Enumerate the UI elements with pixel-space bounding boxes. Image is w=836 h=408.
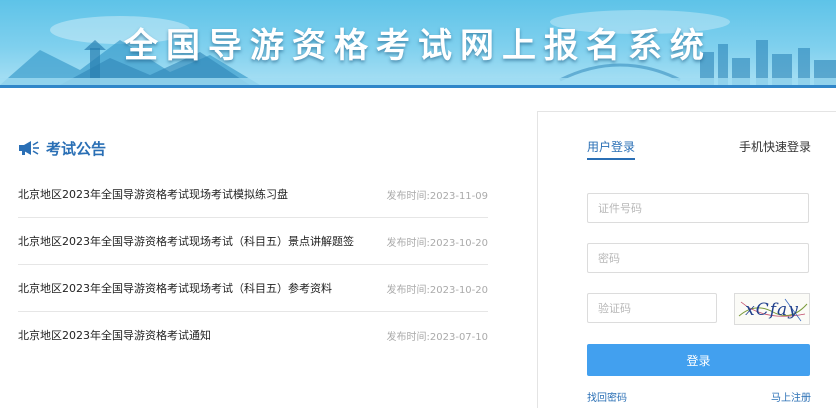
header-banner: 全国导游资格考试网上报名系统 [0,0,836,85]
register-link[interactable]: 马上注册 [771,389,811,404]
notice-date: 发布时间:2023-07-10 [386,331,488,343]
tab-phone-login[interactable]: 手机快速登录 [739,138,811,155]
notice-link[interactable]: 北京地区2023年全国导游资格考试现场考试（科目五）参考资料 [18,280,356,296]
login-panel: 用户登录 手机快速登录 xCfay 登录 找回密码 马上注册 [537,111,836,408]
tab-user-login[interactable]: 用户登录 [587,138,636,160]
site-title: 全国导游资格考试网上报名系统 [124,26,712,66]
id-number-input[interactable] [587,193,809,223]
login-tabs: 用户登录 手机快速登录 [587,138,811,162]
notices-header: 考试公告 [18,135,488,161]
notice-date: 发布时间:2023-10-20 [386,237,488,249]
captcha-image[interactable]: xCfay [734,293,810,325]
notice-link[interactable]: 北京地区2023年全国导游资格考试现场考试（科目五）景点讲解题签 [18,233,356,249]
captcha-input[interactable] [587,293,717,323]
banner-divider [0,85,836,88]
captcha-code: xCfay [745,300,799,320]
notice-date: 发布时间:2023-10-20 [386,284,488,296]
notice-item[interactable]: 北京地区2023年全国导游资格考试通知 发布时间:2023-07-10 [18,312,488,358]
notice-item[interactable]: 北京地区2023年全国导游资格考试现场考试模拟练习盘 发布时间:2023-11-… [18,171,488,218]
megaphone-icon [19,141,39,155]
forgot-password-link[interactable]: 找回密码 [587,389,627,404]
notice-link[interactable]: 北京地区2023年全国导游资格考试通知 [18,327,356,343]
notices-title: 考试公告 [46,139,107,158]
notice-date: 发布时间:2023-11-09 [386,190,488,202]
login-button[interactable]: 登录 [587,344,810,376]
exam-notices-panel: 考试公告 北京地区2023年全国导游资格考试现场考试模拟练习盘 发布时间:202… [18,135,488,358]
notice-item[interactable]: 北京地区2023年全国导游资格考试现场考试（科目五）景点讲解题签 发布时间:20… [18,218,488,265]
password-input[interactable] [587,243,809,273]
notice-item[interactable]: 北京地区2023年全国导游资格考试现场考试（科目五）参考资料 发布时间:2023… [18,265,488,312]
notice-link[interactable]: 北京地区2023年全国导游资格考试现场考试模拟练习盘 [18,186,356,202]
